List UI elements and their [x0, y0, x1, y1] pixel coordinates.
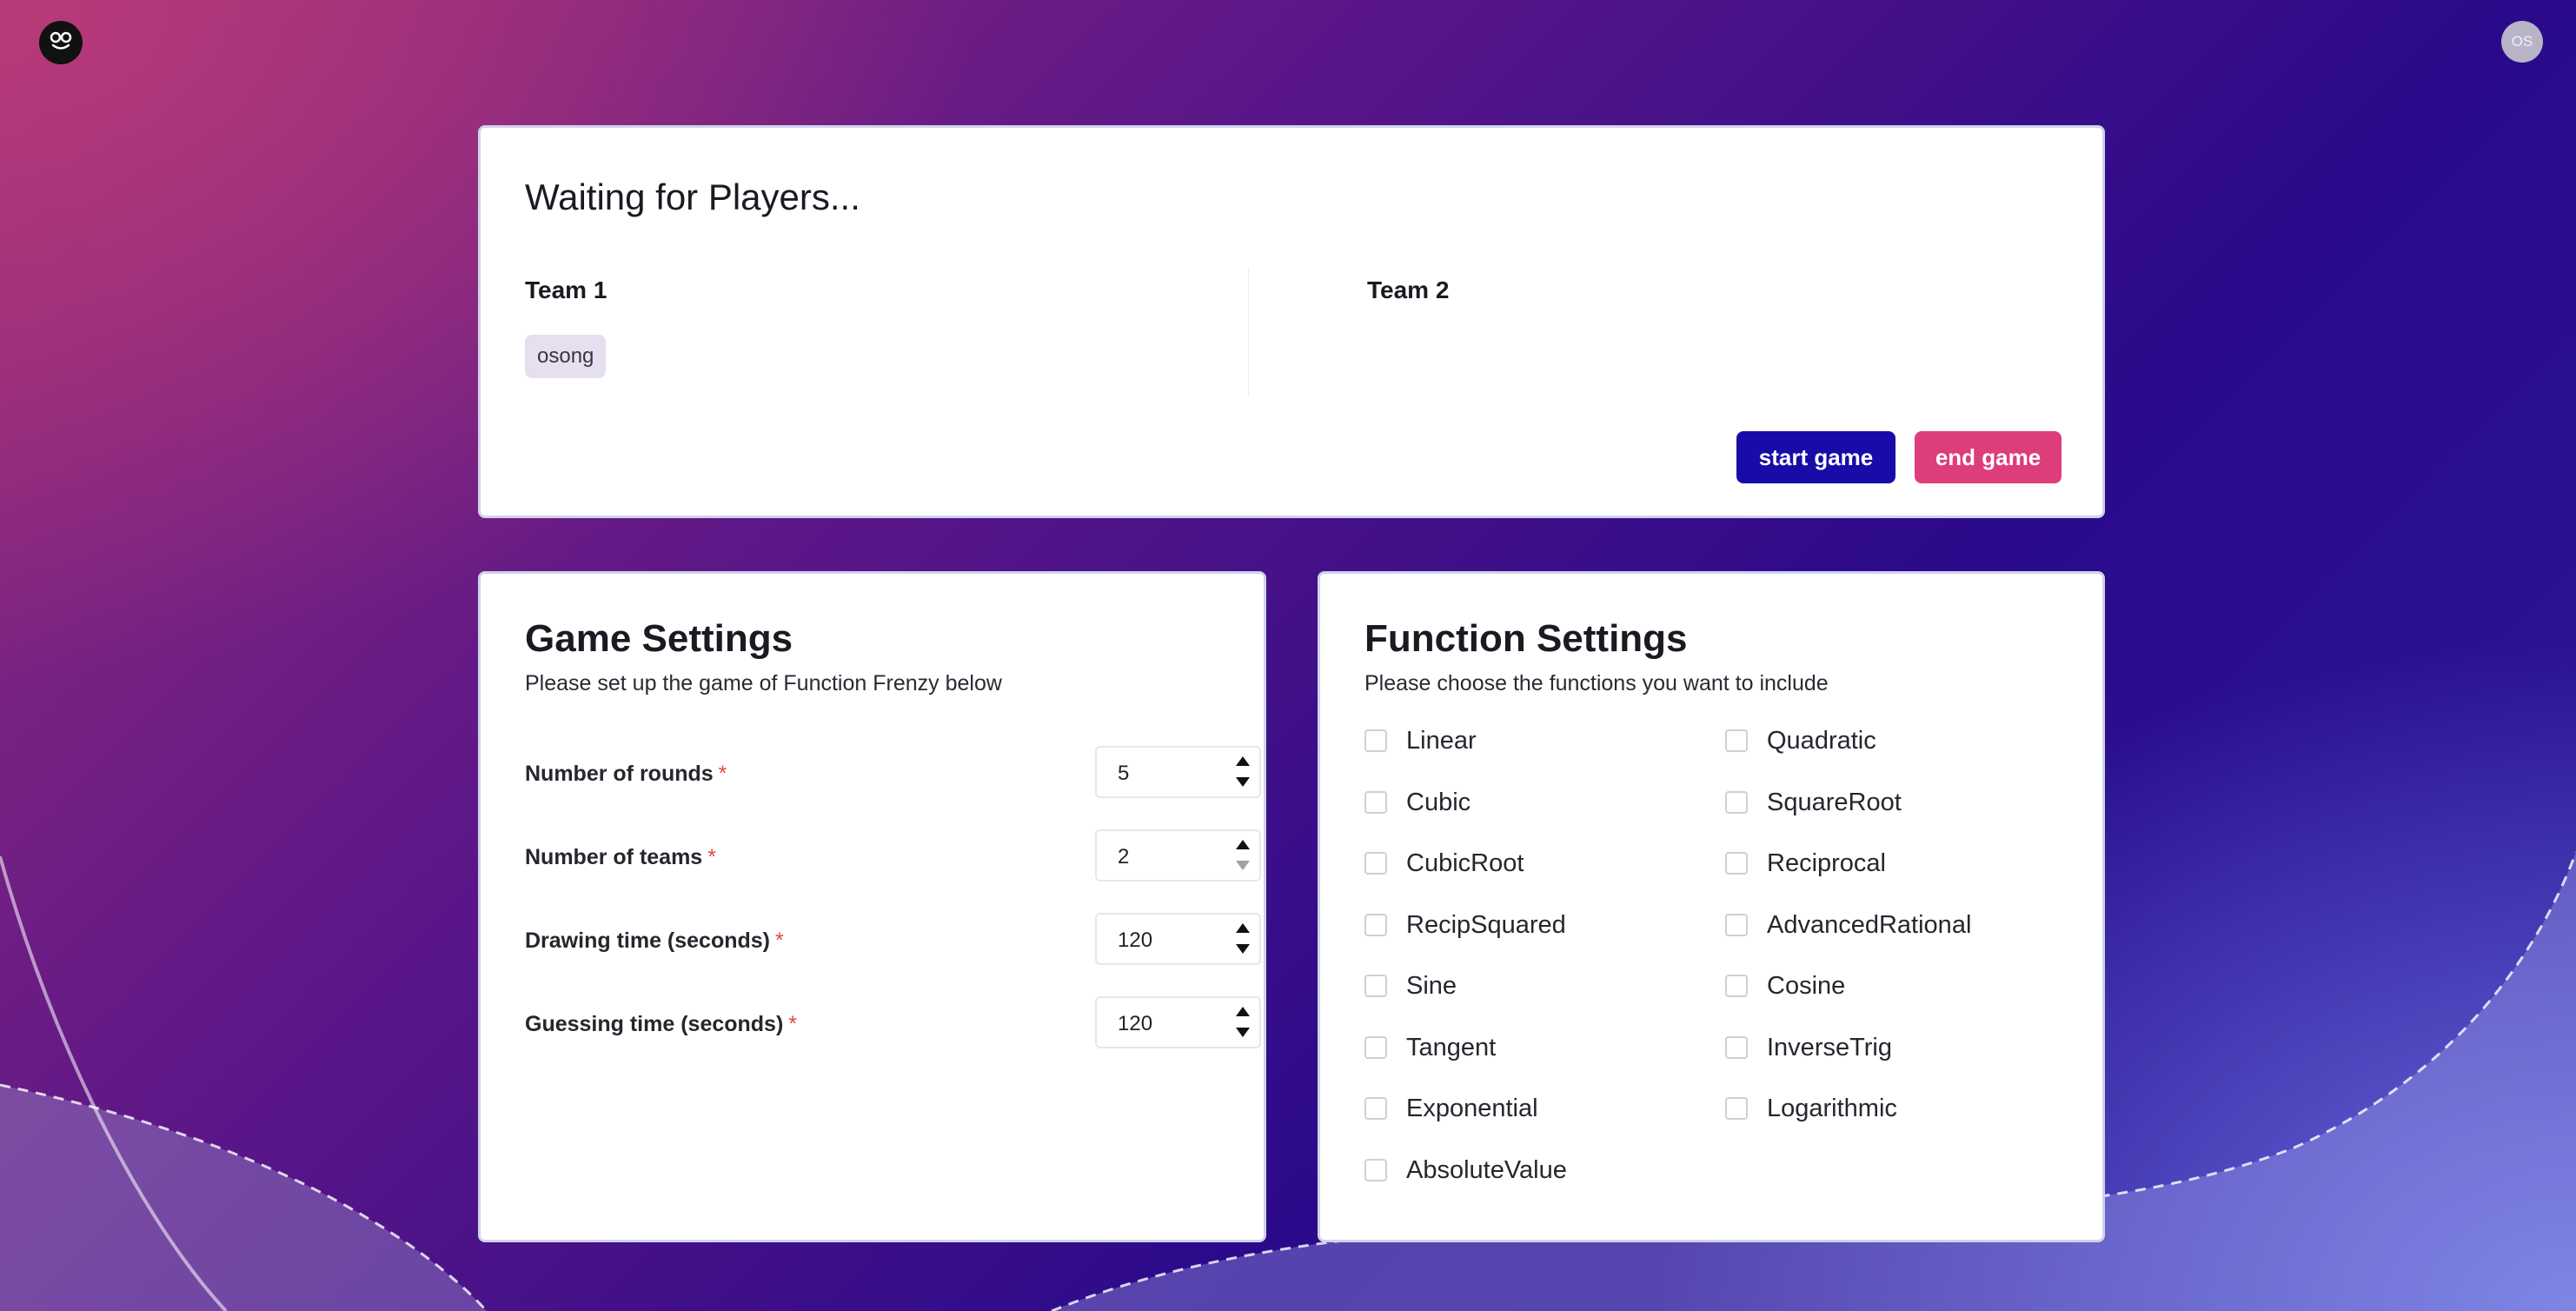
game-settings-subtitle: Please set up the game of Function Frenz… [525, 671, 1002, 695]
checkbox[interactable] [1364, 791, 1387, 814]
function-label: Cosine [1767, 971, 1846, 1000]
function-option-exponential[interactable]: Exponential [1364, 1091, 1538, 1126]
game-settings-title: Game Settings [525, 617, 793, 660]
increment-arrow-icon[interactable] [1236, 840, 1250, 849]
setting-label: Number of rounds * [525, 762, 727, 786]
start-game-button[interactable]: start game [1736, 431, 1895, 483]
function-label: Exponential [1406, 1094, 1538, 1122]
function-option-advancedrational[interactable]: AdvancedRational [1725, 908, 1971, 942]
function-label: RecipSquared [1406, 910, 1566, 939]
required-marker: * [718, 762, 727, 786]
increment-arrow-icon[interactable] [1236, 1007, 1250, 1016]
checkbox[interactable] [1725, 1097, 1748, 1120]
required-marker: * [788, 1012, 798, 1036]
guessing-time-value: 120 [1118, 1012, 1153, 1035]
function-label: Reciprocal [1767, 848, 1886, 877]
setting-teams: Number of teams * 2 [525, 829, 1261, 885]
checkbox[interactable] [1725, 1036, 1748, 1059]
function-label: SquareRoot [1767, 788, 1902, 816]
drawing-time-input[interactable]: 120 [1095, 913, 1261, 965]
function-label: Tangent [1406, 1033, 1497, 1061]
function-settings-card: Function Settings Please choose the func… [1318, 571, 2105, 1242]
function-label: AbsoluteValue [1406, 1155, 1567, 1184]
function-option-reciprocal[interactable]: Reciprocal [1725, 846, 1886, 881]
increment-arrow-icon[interactable] [1236, 923, 1250, 933]
function-option-tangent[interactable]: Tangent [1364, 1030, 1496, 1065]
function-option-inversetrig[interactable]: InverseTrig [1725, 1030, 1892, 1065]
function-option-cubic[interactable]: Cubic [1364, 785, 1471, 820]
rounds-value: 5 [1118, 762, 1130, 785]
increment-arrow-icon[interactable] [1236, 756, 1250, 766]
checkbox[interactable] [1364, 729, 1387, 752]
player-chip: osong [525, 335, 607, 378]
app-logo[interactable] [39, 21, 83, 64]
checkbox[interactable] [1725, 729, 1748, 752]
checkbox[interactable] [1725, 914, 1748, 936]
game-settings-card: Game Settings Please set up the game of … [478, 571, 1266, 1242]
function-option-cosine[interactable]: Cosine [1725, 968, 1845, 1003]
smiley-icon [45, 25, 76, 61]
lobby-card: Waiting for Players... Team 1 osong Team… [478, 125, 2105, 518]
checkbox[interactable] [1364, 975, 1387, 997]
guessing-time-stepper[interactable] [1233, 1003, 1252, 1043]
setting-rounds: Number of rounds * 5 [525, 746, 1261, 802]
function-option-recipsquared[interactable]: RecipSquared [1364, 908, 1566, 942]
function-option-sine[interactable]: Sine [1364, 968, 1457, 1003]
function-label: InverseTrig [1767, 1033, 1892, 1061]
checkbox[interactable] [1725, 791, 1748, 814]
team-1-title: Team 1 [525, 276, 607, 303]
drawing-time-value: 120 [1118, 928, 1153, 952]
end-game-button[interactable]: end game [1915, 431, 2061, 483]
checkbox[interactable] [1364, 1159, 1387, 1181]
function-option-linear[interactable]: Linear [1364, 723, 1477, 758]
function-option-cubicroot[interactable]: CubicRoot [1364, 846, 1524, 881]
function-label: CubicRoot [1406, 848, 1524, 877]
required-marker: * [775, 928, 784, 953]
teams-input[interactable]: 2 [1095, 829, 1261, 882]
checkbox[interactable] [1725, 852, 1748, 875]
function-option-absolutevalue[interactable]: AbsoluteValue [1364, 1153, 1567, 1188]
guessing-time-input[interactable]: 120 [1095, 996, 1261, 1048]
function-settings-subtitle: Please choose the functions you want to … [1364, 671, 1829, 695]
decrement-arrow-icon [1236, 861, 1250, 870]
setting-label: Number of teams * [525, 845, 716, 869]
checkbox[interactable] [1364, 1036, 1387, 1059]
function-label: Quadratic [1767, 726, 1876, 755]
function-label: Linear [1406, 726, 1477, 755]
checkbox[interactable] [1364, 914, 1387, 936]
function-label: Logarithmic [1767, 1094, 1897, 1122]
rounds-stepper[interactable] [1233, 753, 1252, 793]
checkbox[interactable] [1725, 975, 1748, 997]
drawing-time-stepper[interactable] [1233, 920, 1252, 960]
function-settings-title: Function Settings [1364, 617, 1688, 660]
team-divider [1248, 267, 1249, 397]
function-label: Sine [1406, 971, 1457, 1000]
teams-value: 2 [1118, 845, 1130, 868]
function-option-quadratic[interactable]: Quadratic [1725, 723, 1876, 758]
required-marker: * [707, 845, 716, 869]
function-option-logarithmic[interactable]: Logarithmic [1725, 1091, 1897, 1126]
lobby-title: Waiting for Players... [525, 176, 860, 217]
function-label: Cubic [1406, 788, 1471, 816]
setting-label: Drawing time (seconds) * [525, 928, 784, 953]
avatar-initials: OS [2511, 33, 2533, 50]
decrement-arrow-icon[interactable] [1236, 777, 1250, 787]
function-label: AdvancedRational [1767, 910, 1972, 939]
decrement-arrow-icon[interactable] [1236, 944, 1250, 954]
teams-stepper[interactable] [1233, 836, 1252, 876]
setting-guessing-time: Guessing time (seconds) * 120 [525, 996, 1261, 1052]
function-option-squareroot[interactable]: SquareRoot [1725, 785, 1902, 820]
rounds-input[interactable]: 5 [1095, 746, 1261, 798]
decrement-arrow-icon[interactable] [1236, 1028, 1250, 1037]
user-avatar[interactable]: OS [2501, 21, 2543, 63]
checkbox[interactable] [1364, 1097, 1387, 1120]
checkbox[interactable] [1364, 852, 1387, 875]
team-2-title: Team 2 [1367, 276, 1450, 303]
setting-drawing-time: Drawing time (seconds) * 120 [525, 913, 1261, 968]
setting-label: Guessing time (seconds) * [525, 1012, 798, 1036]
